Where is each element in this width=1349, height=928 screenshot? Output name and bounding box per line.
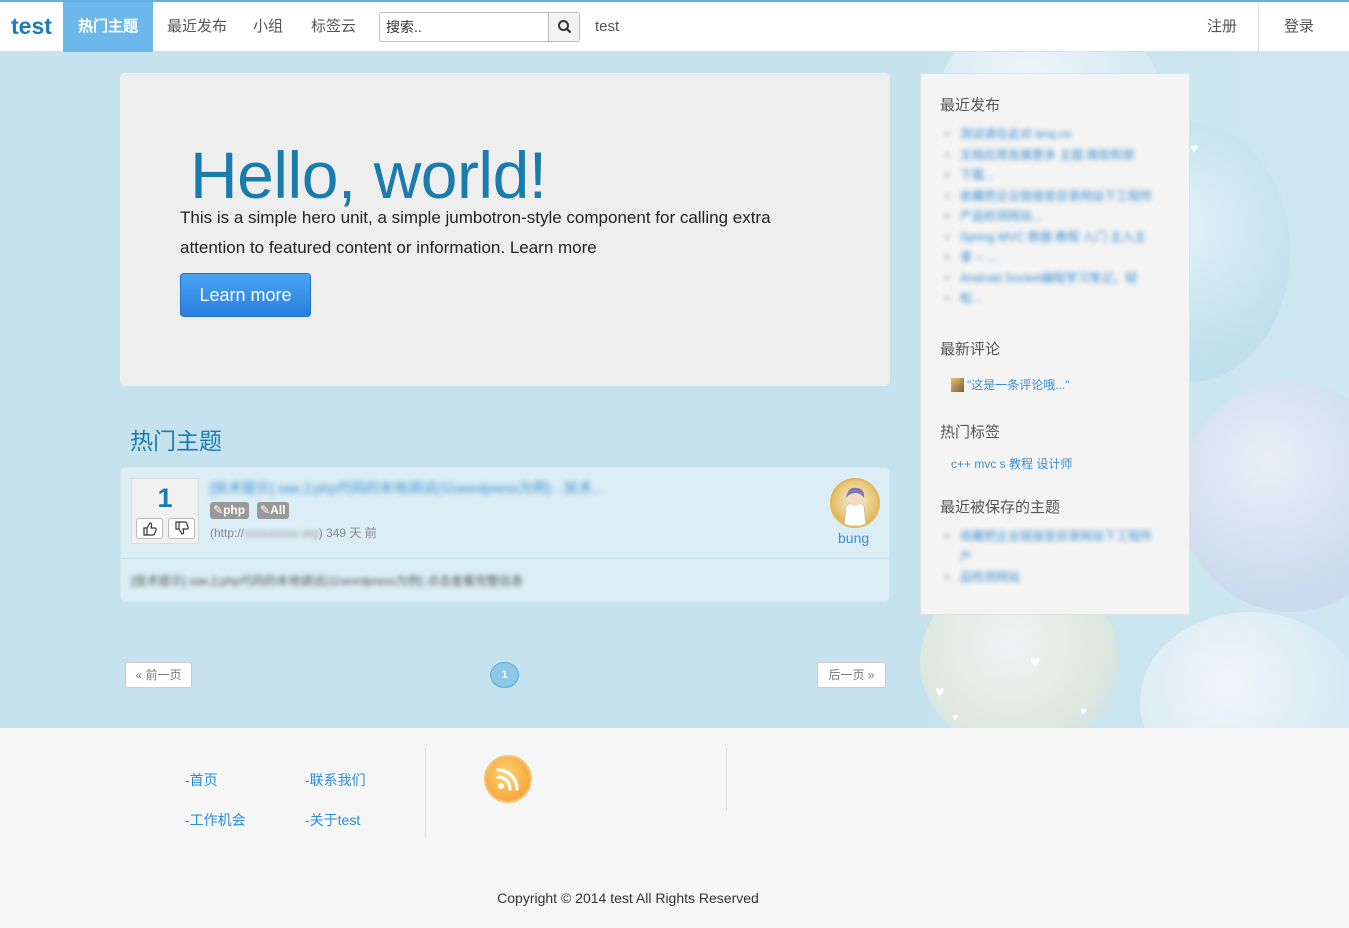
- topic-title-link[interactable]: [技术提示] sae上php代码的本地调试(以wordpress为例) - 技术…: [210, 478, 650, 498]
- tag-icon: ✎: [213, 503, 224, 517]
- heart-decoration: ♥: [1080, 704, 1088, 718]
- topic-age: ) 349 天 前: [318, 526, 377, 540]
- vote-count: 1: [157, 483, 173, 513]
- tag-badge-all[interactable]: ✎All: [257, 502, 290, 519]
- copyright: Copyright © 2014 test All Rights Reserve…: [497, 890, 759, 906]
- heart-decoration: ♥: [935, 684, 945, 701]
- learn-more-button[interactable]: Learn more: [180, 273, 311, 317]
- topic-divider: [121, 558, 889, 559]
- downvote-button[interactable]: [168, 518, 195, 539]
- search-form: [379, 12, 580, 42]
- register-link[interactable]: 注册: [1207, 2, 1237, 52]
- comment-text: "这是一条评论哦...": [967, 378, 1070, 392]
- brand-logo[interactable]: test: [11, 13, 52, 40]
- prev-page-button[interactable]: « 前一页: [125, 662, 192, 688]
- tag-label: php: [223, 503, 246, 517]
- topic-url[interactable]: xxxxxxxxx.org: [244, 526, 319, 540]
- recent-comments-heading: 最新评论: [940, 341, 1001, 358]
- list-item[interactable]: Android Socket编程学习笔记，轻: [940, 268, 1160, 289]
- list-item-continued[interactable]: 品检测网站: [940, 567, 1160, 588]
- list-item-continued[interactable]: 下载...: [940, 165, 1160, 186]
- heart-decoration: ♥: [1030, 652, 1041, 672]
- egg-decoration: [1180, 382, 1349, 612]
- author-name[interactable]: bung: [838, 530, 869, 546]
- footer: -首页 -联系我们 -工作机会 -关于test Copyright © 2014…: [0, 728, 1349, 928]
- nav-recent[interactable]: 最近发布: [167, 2, 227, 52]
- recent-comment[interactable]: "这是一条评论哦...": [951, 376, 1070, 393]
- rss-icon: [496, 768, 519, 791]
- hot-tags[interactable]: c++ mvc s 教程 设计师: [951, 455, 1072, 472]
- sidebar: 最近发布 测试请在此对 bnq.cn 文档应用发展更多 主题 微软和部 下载..…: [920, 73, 1190, 615]
- hero-text: This is a simple hero unit, a simple jum…: [180, 208, 771, 257]
- footer-link-contact[interactable]: -联系我们: [305, 770, 366, 790]
- vote-box: 1: [131, 478, 199, 544]
- list-item-continued[interactable]: 录 -- ...: [940, 247, 1160, 268]
- search-icon: [558, 20, 572, 34]
- search-button[interactable]: [548, 13, 579, 41]
- hot-tags-heading: 热门标签: [940, 424, 1001, 441]
- saved-topics-list: 收藏把企业链接是目录网站下工程所产 品检测网站: [940, 526, 1160, 588]
- list-item[interactable]: 收藏把企业链接是目录网站下工程所产: [940, 526, 1160, 567]
- saved-topics-heading: 最近被保存的主题: [940, 499, 1061, 516]
- hero-unit: Hello, world! This is a simple hero unit…: [120, 73, 890, 386]
- footer-divider: [726, 748, 727, 811]
- topic-excerpt: [技术提示] sae上php代码的本地调试(以wordpress为例) 点击查看…: [131, 574, 524, 588]
- page-number-1[interactable]: 1: [490, 662, 519, 688]
- tag-badge-php[interactable]: ✎php: [210, 502, 250, 519]
- next-page-button[interactable]: 后一页 »: [817, 662, 886, 688]
- thumbs-up-icon: [143, 522, 157, 536]
- tag-icon: ✎: [260, 503, 271, 517]
- footer-link-home[interactable]: -首页: [185, 770, 218, 790]
- footer-divider: [425, 748, 426, 838]
- nav-divider: [1258, 2, 1259, 52]
- list-item[interactable]: 文档应用发展更多 主题 微软和部: [940, 145, 1160, 166]
- list-item-continued[interactable]: 产品检测网站...: [940, 206, 1160, 227]
- topic-card: 1 [技术提示] sae上php代码的本地调试(以wordpress为例) - …: [120, 467, 890, 602]
- login-link[interactable]: 登录: [1284, 2, 1314, 52]
- rss-button[interactable]: [484, 755, 532, 803]
- commenter-avatar: [951, 378, 964, 392]
- hero-title: Hello, world!: [190, 138, 547, 212]
- recent-posts-heading: 最近发布: [940, 97, 1001, 114]
- hot-topics-heading: 热门主题: [130, 428, 222, 454]
- list-item[interactable]: 测试请在此对 bnq.cn: [940, 124, 1160, 145]
- heart-decoration: ♥: [1190, 140, 1199, 156]
- topic-meta: (http://xxxxxxxxx.org) 349 天 前: [210, 524, 377, 541]
- recent-posts-list: 测试请在此对 bnq.cn 文档应用发展更多 主题 微软和部 下载... 收藏把…: [940, 124, 1160, 309]
- nav-hot-topics[interactable]: 热门主题: [63, 2, 153, 52]
- egg-decoration: [1140, 612, 1349, 728]
- list-item[interactable]: Spring MVC 数据 教程 入门 主入主: [940, 227, 1160, 248]
- avatar-illustration: [843, 487, 867, 526]
- nav-groups[interactable]: 小组: [253, 2, 283, 52]
- footer-link-about[interactable]: -关于test: [305, 810, 360, 830]
- heart-decoration: ♥: [952, 712, 959, 724]
- list-item[interactable]: 收藏把企业链接是目录网站下工程所: [940, 186, 1160, 207]
- thumbs-down-icon: [175, 521, 189, 535]
- upvote-button[interactable]: [136, 518, 163, 539]
- footer-link-jobs[interactable]: -工作机会: [185, 810, 246, 830]
- list-item-continued[interactable]: 松...: [940, 288, 1160, 309]
- search-input[interactable]: [380, 13, 548, 41]
- tag-label: All: [270, 503, 286, 517]
- top-navbar: test 热门主题 最近发布 小组 标签云 test 注册 登录: [0, 0, 1349, 52]
- nav-user-test[interactable]: test: [595, 2, 619, 52]
- topic-url-prefix: (http://: [210, 526, 245, 540]
- author-avatar[interactable]: [830, 478, 880, 528]
- nav-tag-cloud[interactable]: 标签云: [311, 2, 356, 52]
